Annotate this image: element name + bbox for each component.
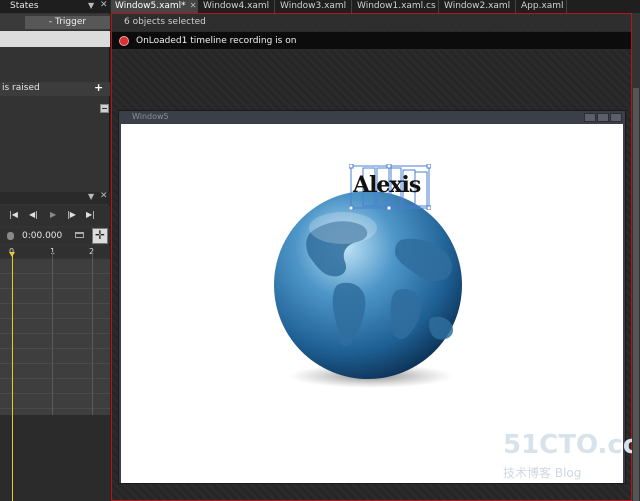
globe-image[interactable] xyxy=(271,180,501,390)
tab-window1-cs[interactable]: Window1.xaml.cs xyxy=(353,0,439,13)
recording-status: OnLoaded1 timeline recording is on xyxy=(136,36,297,46)
snapping-toggle[interactable]: ✛ xyxy=(92,228,108,244)
previous-frame-icon[interactable]: ◀| xyxy=(29,210,38,219)
go-to-end-icon[interactable]: ▶| xyxy=(86,210,95,219)
text-selection[interactable]: Alexis xyxy=(349,164,431,210)
document-tab-bar: Window5.xaml* ✕ Window4.xaml Window3.xaml… xyxy=(111,0,640,13)
time-display[interactable]: 0:00.000 xyxy=(22,231,62,241)
keyframe-icon[interactable] xyxy=(75,232,84,238)
trigger-list-selection[interactable] xyxy=(0,31,110,47)
window-frame[interactable]: Window5 Alexis 51CTO.c 技术博客 Blog xyxy=(118,110,640,484)
add-action-icon[interactable]: + xyxy=(94,81,103,94)
playback-controls: |◀ ◀| ▶ |▶ ▶| xyxy=(0,206,110,226)
states-panel: States ▼ ✕ - Trigger is raised + ▼ ✕ |◀ … xyxy=(0,0,110,501)
tab-label: App.xaml xyxy=(521,1,564,11)
trigger-tab[interactable]: - Trigger xyxy=(25,16,110,29)
close-tab-icon[interactable]: ✕ xyxy=(190,1,197,10)
tab-label: Window3.xaml xyxy=(280,1,347,11)
design-surface[interactable]: 6 objects selected OnLoaded1 timeline re… xyxy=(111,13,640,501)
close-icon[interactable]: ✕ xyxy=(100,191,108,201)
tab-window2[interactable]: Window2.xaml xyxy=(440,0,516,13)
states-panel-title: States xyxy=(10,1,39,11)
timeline-gridline xyxy=(52,252,53,415)
triggers-tab-row: - Trigger xyxy=(0,14,110,30)
selection-bar: 6 objects selected xyxy=(112,14,631,31)
tab-window4[interactable]: Window4.xaml xyxy=(199,0,275,13)
play-icon[interactable]: ▶ xyxy=(50,210,56,219)
tab-app[interactable]: App.xaml xyxy=(517,0,567,13)
next-frame-icon[interactable]: |▶ xyxy=(67,210,76,219)
close-window-icon xyxy=(610,113,622,122)
pin-icon[interactable]: ▼ xyxy=(88,192,94,201)
tab-window3[interactable]: Window3.xaml xyxy=(276,0,352,13)
recording-bar: OnLoaded1 timeline recording is on xyxy=(112,32,631,50)
right-strip xyxy=(632,13,640,501)
states-panel-header: States ▼ ✕ xyxy=(0,0,110,13)
event-row-label: is raised xyxy=(2,83,40,93)
tab-label: Window2.xaml xyxy=(444,1,511,11)
tab-label: Window5.xaml* xyxy=(115,1,186,11)
artboard[interactable]: Alexis 51CTO.com 技术博客 Blog xyxy=(121,124,640,483)
playhead[interactable] xyxy=(9,252,15,501)
timeline-ruler[interactable]: 0 1 2 xyxy=(0,246,110,258)
event-row[interactable]: is raised + xyxy=(0,81,110,96)
objects-timeline-header: ▼ ✕ xyxy=(0,191,110,204)
maximize-icon xyxy=(597,113,609,122)
remove-action-icon[interactable] xyxy=(100,104,109,113)
tab-label: Window4.xaml xyxy=(203,1,270,11)
go-to-start-icon[interactable]: |◀ xyxy=(9,210,18,219)
window-title: Window5 xyxy=(132,112,169,121)
tab-window5[interactable]: Window5.xaml* ✕ xyxy=(111,0,198,13)
time-row: 0:00.000 ✛ xyxy=(0,228,110,244)
timeline-empty-area xyxy=(0,415,110,501)
minimize-icon xyxy=(584,113,596,122)
selection-status: 6 objects selected xyxy=(124,17,206,27)
tab-label: Window1.xaml.cs xyxy=(357,1,436,11)
globe-highlight xyxy=(309,212,377,244)
timeline-gridline xyxy=(92,252,93,415)
alexis-text[interactable]: Alexis xyxy=(353,172,421,198)
watermark-subtitle: 技术博客 Blog xyxy=(503,466,582,480)
watermark: 51CTO.com xyxy=(503,430,640,460)
close-icon[interactable]: ✕ xyxy=(100,0,108,10)
pin-icon[interactable]: ▼ xyxy=(88,1,94,10)
recording-icon[interactable] xyxy=(119,36,129,46)
scrollbar[interactable] xyxy=(633,88,639,501)
record-keyframe-icon[interactable] xyxy=(7,232,14,240)
timeline-tracks[interactable] xyxy=(0,259,110,415)
